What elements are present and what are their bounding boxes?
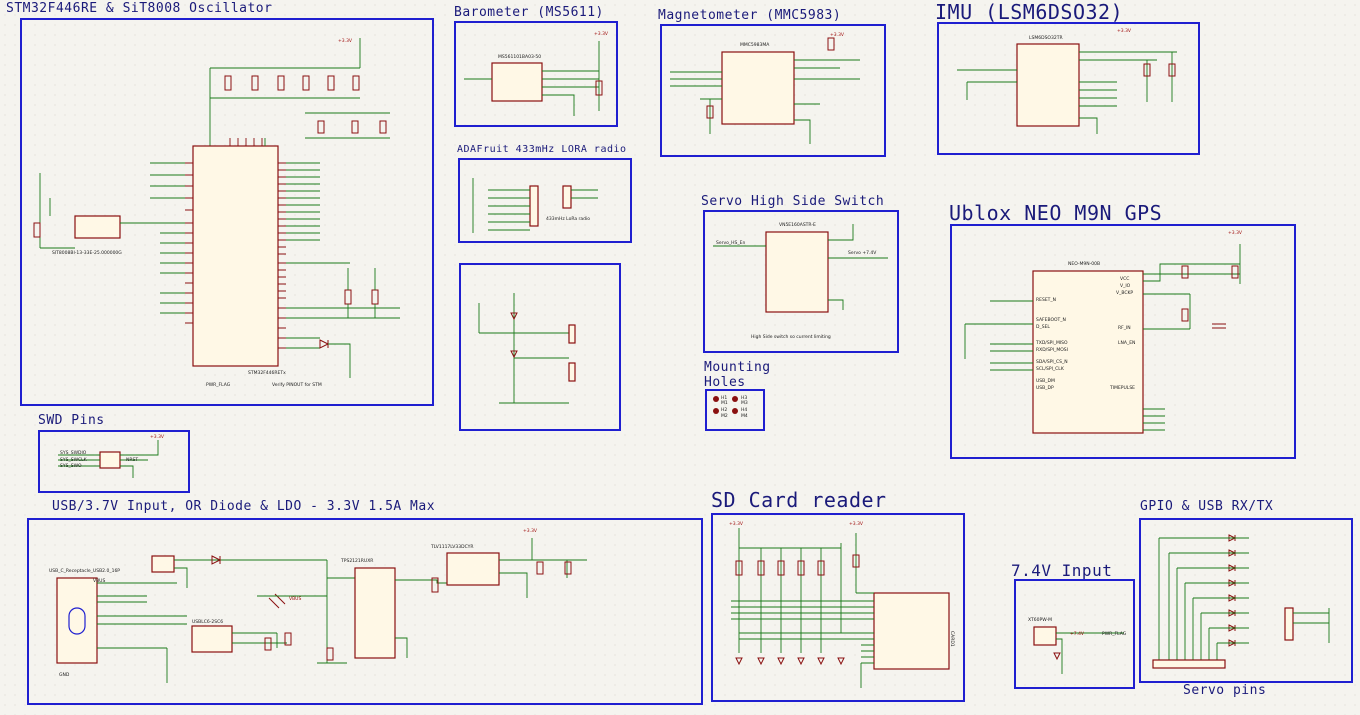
gps-pin-scl: SCL/SPI_CLK (1036, 366, 1065, 372)
hole-m4: M4 (741, 413, 748, 419)
sd-v33-b: +3.3V (849, 521, 864, 527)
gpio-title: GPIO & USB RX/TX (1140, 499, 1274, 514)
swd-schematic: SYS_SWDIO SYS_SWCLK SYS_SWO NRST +3.3V (58, 434, 165, 478)
sd-v33-a: +3.3V (729, 521, 744, 527)
gps-v33: +3.3V (1228, 230, 1243, 236)
sd-schematic: CARD1 +3.3V +3.3V (729, 521, 955, 688)
gps-pin-usbdp: USB_DP (1036, 385, 1054, 391)
gps-pin-vio: V_IO (1120, 283, 1131, 289)
mcu-chip-name: STM32F446RETx (248, 370, 286, 376)
mcu-chip-body (192, 145, 279, 367)
hole-h2: H2 (721, 407, 727, 413)
oscillator-body (74, 215, 121, 239)
servo-74-net: Servo +7.4V (848, 250, 877, 256)
sd-conn-name: CARD1 (949, 631, 955, 647)
imu-block-title: IMU (LSM6DSO32) (935, 0, 1124, 24)
imu-schematic: LSM6DSO32TR +3.3V (957, 28, 1177, 134)
sd-conn-body (873, 592, 950, 670)
gps-schematic: NEO-M9N-00B RESET_N SAFEBOOT_N D_SEL TXD… (964, 230, 1243, 434)
mag-schematic: MMC5983MA +3.3V (670, 32, 860, 144)
gps-block-title: Ublox NEO M9N GPS (949, 201, 1163, 225)
hole-h4: H4 (741, 407, 747, 413)
imu-chip-name: LSM6DSO32TR (1029, 35, 1063, 41)
gps-pin-rfin: RF_IN (1118, 325, 1131, 331)
input74-pwr-flag: PWR_FLAG (1102, 631, 1127, 637)
servo-connector-schematic (478, 293, 576, 404)
gps-pin-sda: SDA/SPI_CS_N (1036, 359, 1068, 365)
mcu-v33-label: +3.3V (338, 38, 353, 44)
gps-pin-rxd: RXD/SPI_MOSI (1036, 347, 1068, 353)
servo-ic-body (765, 231, 829, 313)
baro-chip-body (491, 62, 543, 102)
imu-v33: +3.3V (1117, 28, 1132, 34)
input74-title: 7.4V Input (1011, 561, 1113, 580)
servo-switch-schematic: VN5E160ASTR-E Servo_HS_En Servo +7.4V Hi… (713, 222, 888, 340)
baro-block-title: Barometer (MS5611) (454, 5, 604, 20)
lora-note: 433mHz LoRa radio (546, 216, 590, 222)
hole-m3: M3 (741, 400, 748, 406)
gps-chip-name: NEO-M9N-00B (1068, 261, 1100, 267)
gps-pin-vcc: VCC (1120, 276, 1129, 282)
mounting-title: Mounting Holes (704, 360, 771, 390)
lora-schematic: 433mHz LoRa radio (472, 178, 598, 233)
mcu-note: Verify PINOUT for STM (272, 382, 322, 388)
mag-chip-name: MMC5983MA (740, 42, 770, 48)
gps-pin-usbdm: USB_DM (1036, 378, 1055, 384)
servo-hs-net: Servo_HS_En (716, 240, 745, 246)
servo-ic-name: VN5E160ASTR-E (779, 222, 816, 228)
hole-m1: M1 (721, 400, 728, 406)
mcu-pwr-flag: PWR_FLAG (206, 382, 231, 388)
ldo-name: TLV1117LV33DCYR (430, 544, 474, 550)
input74-net: +7.4V (1070, 631, 1085, 637)
sd-title: SD Card reader (711, 488, 887, 512)
esd-name: USBLC6-2SC6 (192, 619, 223, 625)
swd-nrst: NRST (126, 457, 138, 463)
gps-pin-lnaen: LNA_EN (1118, 340, 1135, 346)
servo-note: High Side switch so current limiting (751, 334, 831, 340)
esd-body (191, 625, 233, 653)
power-v33: +3.3V (523, 528, 538, 534)
power-gnd: GND (59, 672, 70, 678)
swd-swclk: SYS_SWCLK (60, 457, 88, 463)
baro-schematic: MS561101BA03-50 +3.3V (464, 31, 609, 116)
ldo-body (446, 552, 500, 586)
xt60-body (1033, 626, 1057, 646)
imu-chip-body (1016, 43, 1080, 127)
mag-chip-body (721, 51, 795, 125)
lora-block-title: ADAFruit 433mHz LORA radio (457, 144, 627, 155)
swd-swdio: SYS_SWDIO (60, 450, 87, 456)
swd-swo: SYS_SWO (60, 463, 82, 469)
schematic-sheet: STM32F446RE & SiT8008 Oscillator +3.3V S… (0, 0, 1360, 715)
mcu-block-title: STM32F446RE & SiT8008 Oscillator (6, 1, 273, 16)
gps-pin-txd: TXD/SPI_MISO (1035, 340, 1068, 346)
oscillator-name: SIT8008BI-13-33E-25.000000G (52, 250, 122, 256)
servo-pins-title: Servo pins (1183, 683, 1267, 698)
power-title: USB/3.7V Input, OR Diode & LDO - 3.3V 1.… (52, 499, 436, 514)
gps-pin-safeboot: SAFEBOOT_N (1036, 317, 1066, 323)
usb-body (56, 577, 98, 664)
gps-pin-dsel: D_SEL (1036, 324, 1050, 330)
mosfet-name: TPS2121RUXR (340, 558, 373, 564)
usb-name: USB_C_Receptacle_USB2.0_16P (49, 568, 120, 574)
power-vbusf: VBUS (289, 596, 301, 602)
gps-pin-timepulse: TIMEPULSE (1109, 385, 1135, 391)
xt60-name: XT60PW-M (1028, 617, 1052, 623)
input74-schematic: XT60PW-M +7.4V PWR_FLAG (1028, 617, 1127, 674)
swd-v33: +3.3V (150, 434, 165, 440)
gpio-schematic (1152, 534, 1330, 669)
baro-chip-name: MS561101BA03-50 (498, 54, 541, 60)
servo-switch-title: Servo High Side Switch (701, 194, 885, 209)
hole-m2: M2 (721, 413, 728, 419)
mag-v33: +3.3V (830, 32, 845, 38)
mcu-schematic: +3.3V STM32F446RETx SIT8008BI-13-33E-25.… (33, 38, 400, 388)
swd-title: SWD Pins (38, 413, 105, 428)
baro-v33: +3.3V (594, 31, 609, 37)
mounting-schematic: H1 H2 H3 H4 M1 M2 M3 M4 (713, 395, 748, 419)
mosfet-body (354, 567, 396, 659)
gps-pin-vbckp: V_BCKP (1116, 290, 1133, 296)
power-schematic: USB_C_Receptacle_USB2.0_16P VBUS USBLC6-… (49, 528, 587, 683)
gps-pin-reset: RESET_N (1036, 297, 1056, 303)
mag-block-title: Magnetometer (MMC5983) (658, 8, 842, 23)
